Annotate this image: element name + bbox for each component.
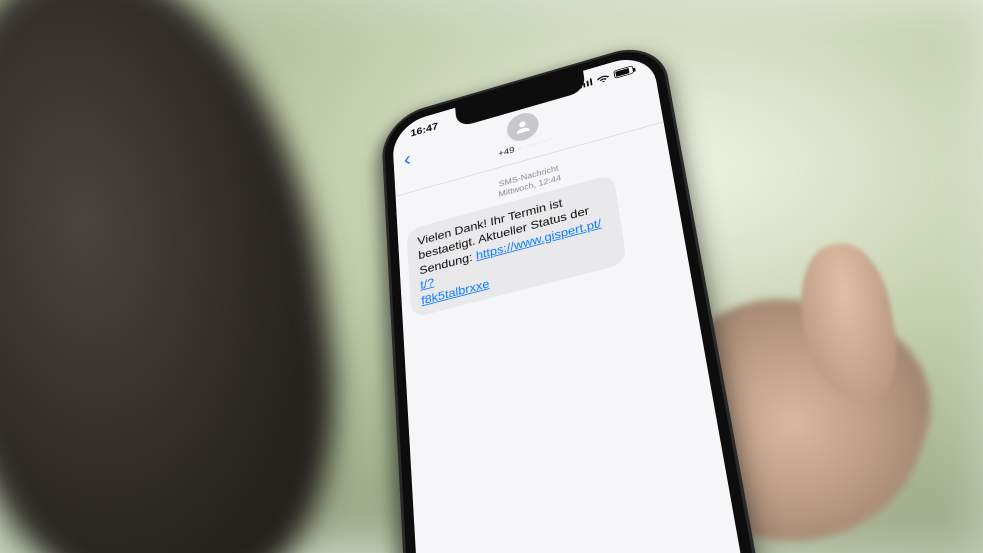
phone-screen: 16:47 ‹ [392, 51, 749, 553]
wifi-icon [596, 72, 610, 84]
photo-scene: 16:47 ‹ [0, 0, 983, 553]
phone-prefix: +49 [498, 145, 515, 158]
battery-icon [613, 65, 634, 79]
status-time: 16:47 [410, 120, 438, 139]
phone-body: 16:47 ‹ [381, 38, 766, 553]
back-chevron-icon[interactable]: ‹ [403, 147, 412, 172]
message-thread[interactable]: SMS-Nachricht Mittwoch, 12:44 Vielen Dan… [396, 131, 748, 553]
